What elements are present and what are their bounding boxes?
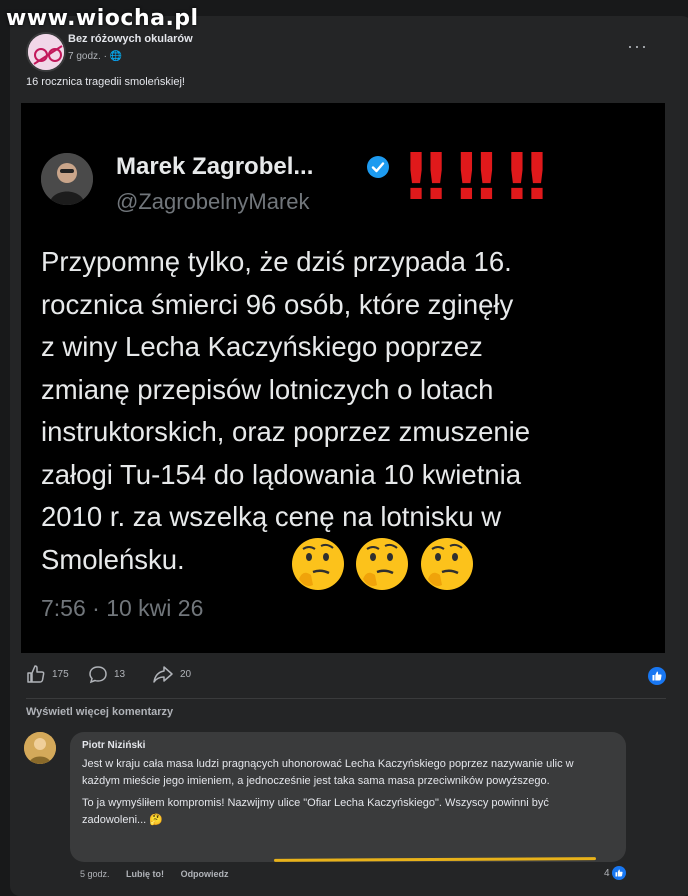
comment-count: 13 [114,668,126,680]
like-reaction-badge[interactable] [648,667,666,685]
share-button[interactable]: 20 [152,664,191,684]
tweet-avatar [41,153,93,205]
comment-paragraph-2: To ja wymyśliłem kompromis! Nazwijmy uli… [82,795,614,828]
divider [26,698,666,699]
verified-badge-icon [367,156,389,178]
thinking-face-emojis [289,535,478,598]
post-time-label: 7 godz. [68,51,101,62]
thinking-face-icon [356,538,409,590]
like-button[interactable]: 175 [26,664,69,684]
site-watermark: www.wiocha.pl [6,6,199,31]
tweet-handle: @ZagrobelnyMarek [116,189,310,214]
comment-bubble: Piotr Niziński Jest w kraju cała masa lu… [70,732,626,862]
globe-icon: 🌐 [109,51,123,62]
person-icon [41,153,93,205]
post-actions: 175 13 20 [26,664,666,688]
tweet-line: Przypomnę tylko, że dziś przypada 16. [41,246,512,277]
page-name[interactable]: Bez różowych okularów [68,33,193,45]
comment-like-button[interactable]: Lubię to! [126,869,164,879]
post-card: Bez różowych okularów 7 godz. · 🌐 ··· 16… [10,16,688,896]
tweet-author-name: Marek Zagrobel... [116,153,314,180]
like-reaction-icon [611,866,626,880]
commenter-avatar[interactable] [24,732,56,764]
tweet-line: załogi Tu-154 do lądowania 10 kwietnia [41,458,522,490]
thinking-face-icon [292,538,344,590]
comment-icon [89,666,107,684]
post-time[interactable]: 7 godz. · 🌐 [68,51,122,62]
more-comments-link[interactable]: Wyświetl więcej komentarzy [26,706,173,718]
thumbs-up-icon [652,671,662,681]
more-options-button[interactable]: ··· [627,36,648,57]
comment-button[interactable]: 13 [88,664,125,684]
post-text: 16 rocznica tragedii smoleńskiej! [26,76,185,88]
tweet-line: rocznica śmierci 96 osób, które zginęły [41,288,514,320]
comment-reply-button[interactable]: Odpowiedz [181,869,229,879]
thumbs-up-icon [27,665,45,683]
comment-author[interactable]: Piotr Niziński [82,740,614,751]
share-count: 20 [180,668,192,680]
tweet-line: zmianę przepisów lotniczych o lotach [41,373,494,405]
comment-footer: 5 godz. Lubię to! Odpowiedz [80,869,243,879]
tweet-line: 2010 r. za wszelką cenę na lotnisku w [41,501,502,532]
glasses-icon [28,34,64,70]
tweet-line: instruktorskich, oraz poprzez zmuszenie [41,416,531,447]
exclamation-marks: ‼ ‼ ‼ [406,141,547,215]
thinking-face-icon [420,538,473,590]
comment-time[interactable]: 5 godz. [80,869,110,879]
comment-reactions[interactable]: 4 [604,866,626,880]
tweet-timestamp: 7:56 · 10 kwi 26 [41,595,204,621]
thinking-emoji: 🤔 [149,813,163,826]
page-avatar[interactable] [26,32,66,72]
tweet-screenshot[interactable]: Marek Zagrobel... @ZagrobelnyMarek ‼ ‼ ‼… [21,103,665,653]
share-icon [153,666,173,683]
person-icon [24,732,56,764]
comment-paragraph: Jest w kraju cała masa ludzi pragnących … [82,758,574,787]
tweet-body: Przypomnę tylko, że dziś przypada 16. ro… [41,241,661,581]
comment-reaction-count: 4 [604,867,610,879]
tweet-line: z winy Lecha Kaczyńskiego poprzez [41,331,483,362]
like-count: 175 [52,668,69,680]
